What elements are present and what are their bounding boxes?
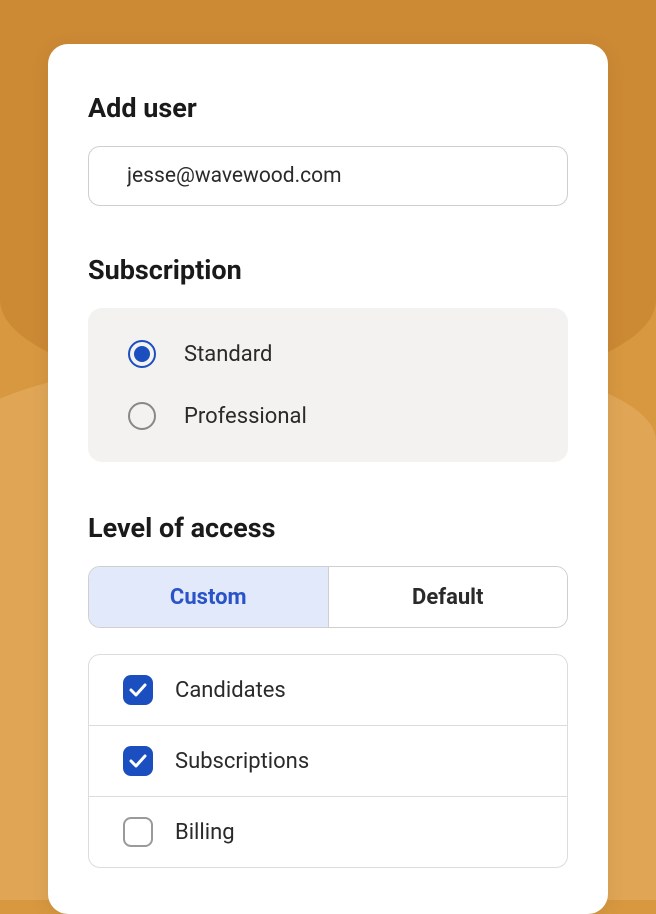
subscription-radio-group: Standard Professional — [88, 308, 568, 462]
access-title: Level of access — [88, 512, 568, 544]
checkbox-icon — [123, 746, 153, 776]
radio-icon — [128, 402, 156, 430]
segment-custom[interactable]: Custom — [89, 567, 328, 627]
radio-dot-icon — [134, 346, 150, 362]
permissions-checklist: Candidates Subscriptions Billing — [88, 654, 568, 868]
email-input[interactable] — [88, 146, 568, 206]
check-label: Subscriptions — [175, 749, 309, 774]
checkbox-icon — [123, 817, 153, 847]
add-user-modal: Add user Subscription Standard Professio… — [48, 44, 608, 914]
checkmark-icon — [129, 754, 147, 768]
check-item-subscriptions[interactable]: Subscriptions — [89, 725, 567, 796]
check-item-candidates[interactable]: Candidates — [89, 655, 567, 725]
check-label: Billing — [175, 820, 235, 845]
radio-label: Professional — [184, 404, 307, 429]
radio-item-professional[interactable]: Professional — [128, 392, 528, 440]
subscription-title: Subscription — [88, 254, 568, 286]
segment-default[interactable]: Default — [328, 567, 568, 627]
radio-item-standard[interactable]: Standard — [128, 330, 528, 378]
radio-label: Standard — [184, 342, 272, 367]
check-item-billing[interactable]: Billing — [89, 796, 567, 867]
checkmark-icon — [129, 683, 147, 697]
modal-title: Add user — [88, 92, 568, 124]
check-label: Candidates — [175, 678, 286, 703]
checkbox-icon — [123, 675, 153, 705]
radio-icon — [128, 340, 156, 368]
access-segmented-control: Custom Default — [88, 566, 568, 628]
